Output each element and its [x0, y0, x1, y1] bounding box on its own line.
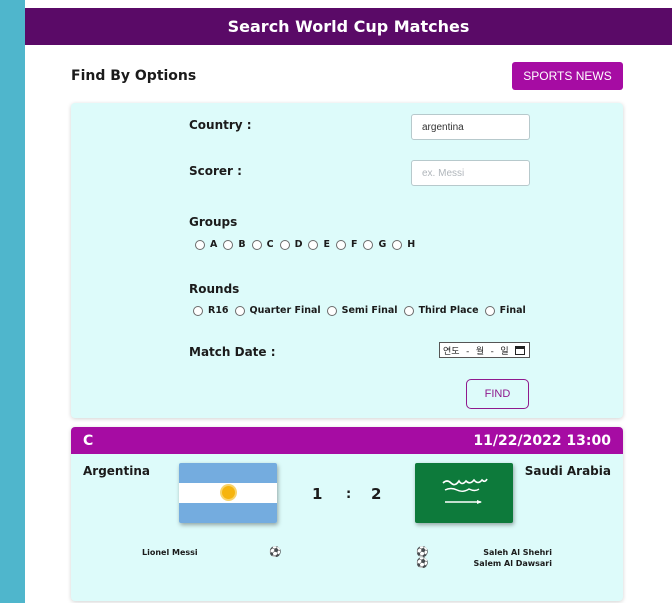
page-header: Search World Cup Matches	[25, 8, 672, 45]
group-label: C	[266, 239, 274, 250]
match-datetime: 11/22/2022 13:00	[473, 432, 611, 449]
group-label: D	[294, 239, 303, 250]
soccer-ball-icon: ⚽	[416, 558, 429, 569]
soccer-ball-icon: ⚽	[269, 547, 282, 558]
away-score: 2	[371, 485, 382, 503]
radio-button[interactable]	[392, 239, 403, 250]
round-label: R16	[208, 305, 229, 316]
search-panel: Country : Scorer : Groups A B C D E F G …	[71, 103, 623, 418]
home-scorer-name: Lionel Messi	[142, 548, 198, 557]
group-label: B	[238, 239, 246, 250]
radio-button[interactable]	[234, 305, 245, 316]
away-scorer-name: Saleh Al Shehri	[483, 548, 552, 557]
find-options-heading: Find By Options	[71, 68, 197, 84]
shahada-emblem-icon	[442, 478, 488, 504]
rounds-radio-group: R16 Quarter Final Semi Final Third Place…	[193, 305, 532, 316]
group-label: G	[378, 239, 387, 250]
round-label: Final	[499, 305, 526, 316]
group-label: A	[210, 239, 218, 250]
away-team-name: Saudi Arabia	[524, 464, 611, 478]
radio-button[interactable]	[335, 239, 346, 250]
round-option-quarter-final[interactable]: Quarter Final	[234, 305, 321, 316]
match-group: C	[83, 432, 94, 449]
round-option-third-place[interactable]: Third Place	[403, 305, 479, 316]
saudi-arabia-flag-icon	[415, 463, 513, 523]
find-button[interactable]: FIND	[466, 379, 529, 409]
page: Search World Cup Matches Find By Options…	[25, 0, 672, 603]
argentina-flag-icon	[179, 463, 277, 523]
scorer-input[interactable]	[411, 160, 530, 186]
date-placeholder: 연도 - 월 - 일	[443, 346, 509, 357]
group-option-f[interactable]: F	[335, 239, 358, 250]
group-label: E	[323, 239, 330, 250]
radio-button[interactable]	[251, 239, 262, 250]
country-input[interactable]	[411, 114, 530, 140]
sun-of-may-icon	[222, 486, 235, 499]
radio-button[interactable]	[326, 305, 337, 316]
group-option-a[interactable]: A	[195, 239, 217, 250]
group-option-h[interactable]: H	[392, 239, 415, 250]
soccer-ball-icon: ⚽	[416, 547, 429, 558]
round-label: Quarter Final	[249, 305, 321, 316]
rounds-label: Rounds	[189, 282, 240, 296]
round-option-semi-final[interactable]: Semi Final	[326, 305, 398, 316]
match-card[interactable]: C 11/22/2022 13:00 Argentina 1 : 2 Saudi…	[71, 427, 623, 601]
score-separator: :	[346, 487, 352, 502]
round-label: Semi Final	[341, 305, 398, 316]
match-card-header: C 11/22/2022 13:00	[71, 427, 623, 454]
radio-button[interactable]	[279, 239, 290, 250]
scorer-label: Scorer :	[189, 164, 242, 178]
home-score: 1	[312, 485, 323, 503]
radio-button[interactable]	[363, 239, 374, 250]
group-option-e[interactable]: E	[308, 239, 330, 250]
home-team-name: Argentina	[83, 464, 150, 478]
group-label: H	[407, 239, 416, 250]
radio-button[interactable]	[403, 305, 414, 316]
radio-button[interactable]	[193, 305, 203, 316]
calendar-icon[interactable]	[515, 346, 525, 355]
radio-button[interactable]	[308, 239, 319, 250]
radio-button[interactable]	[484, 305, 495, 316]
group-label: F	[350, 239, 358, 250]
group-option-c[interactable]: C	[251, 239, 274, 250]
round-option-final[interactable]: Final	[484, 305, 526, 316]
away-scorer-name: Salem Al Dawsari	[473, 559, 552, 568]
radio-button[interactable]	[195, 239, 205, 250]
group-option-b[interactable]: B	[223, 239, 246, 250]
sports-news-button[interactable]: SPORTS NEWS	[512, 62, 623, 90]
group-option-g[interactable]: G	[363, 239, 386, 250]
match-date-input[interactable]: 연도 - 월 - 일	[439, 342, 530, 358]
round-option-r16[interactable]: R16	[193, 305, 229, 316]
radio-button[interactable]	[223, 239, 234, 250]
groups-label: Groups	[189, 215, 238, 229]
group-option-d[interactable]: D	[279, 239, 303, 250]
country-label: Country :	[189, 118, 252, 132]
page-title: Search World Cup Matches	[227, 17, 470, 36]
match-date-label: Match Date :	[189, 345, 276, 359]
round-label: Third Place	[418, 305, 479, 316]
groups-radio-group: A B C D E F G H	[195, 239, 421, 250]
